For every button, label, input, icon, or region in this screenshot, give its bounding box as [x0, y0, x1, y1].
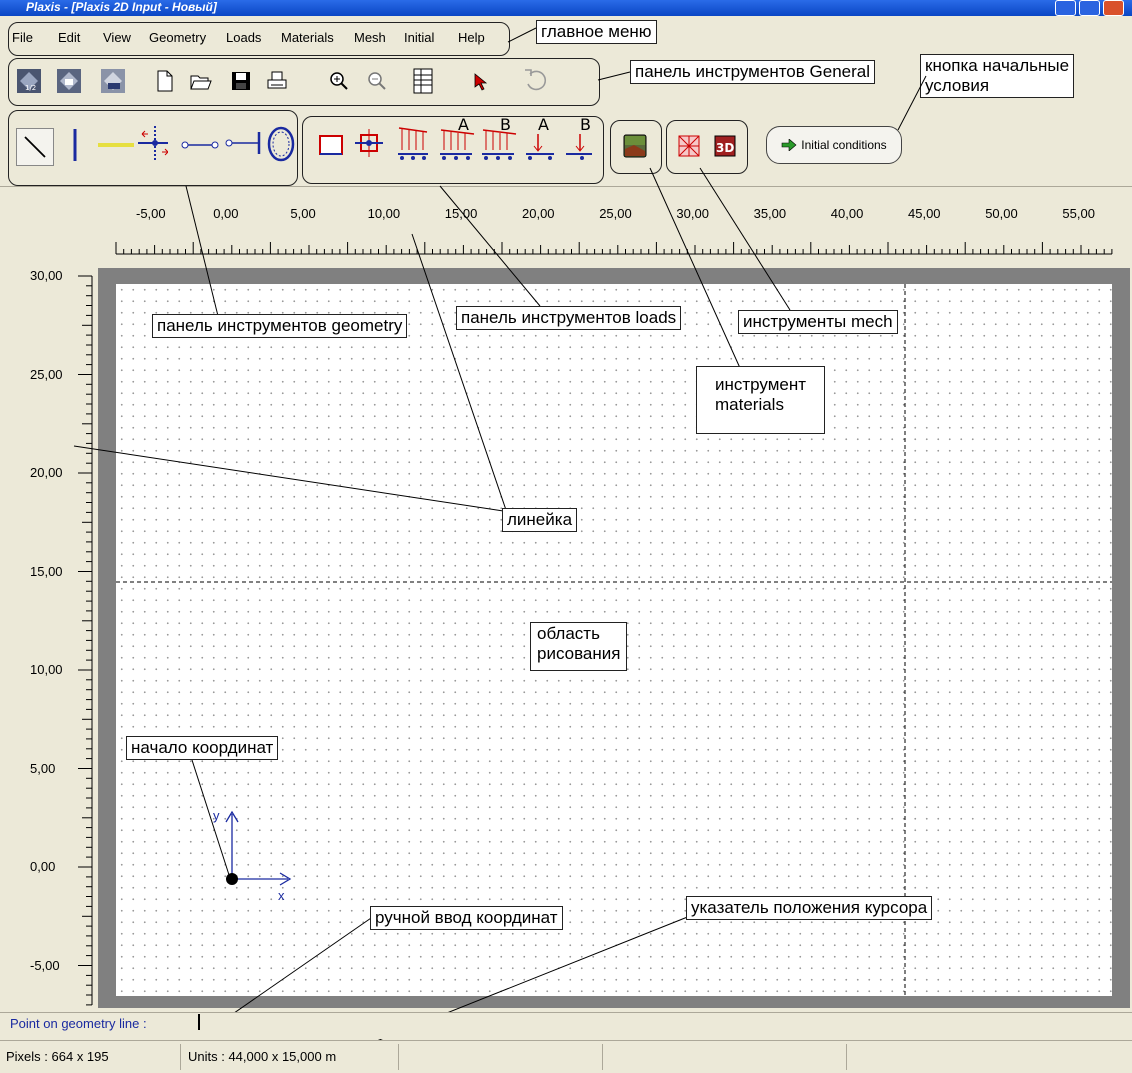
callout-loads-toolbar: панель инструментов loads: [456, 306, 682, 330]
coordinate-input-bar: [0, 1012, 1132, 1039]
callout-drawing-area-line1: область: [537, 624, 600, 643]
callout-drawing-area-line2: рисования: [537, 644, 621, 663]
callout-materials-line1: инструмент: [715, 375, 807, 394]
callout-mesh-tools: инструменты mech: [738, 310, 898, 334]
status-cell-3: [400, 1044, 603, 1070]
callout-manual-input: ручной ввод координат: [370, 906, 563, 930]
status-pixels: Pixels : 664 x 195: [0, 1044, 181, 1070]
status-units: Units : 44,000 x 15,000 m: [182, 1044, 399, 1070]
coordinate-input-field[interactable]: [198, 1014, 200, 1030]
coordinate-prompt: Point on geometry line :: [10, 1016, 147, 1031]
callout-origin: начало координат: [126, 736, 279, 760]
status-cell-4: [604, 1044, 847, 1070]
callout-leader-lines: [73, 27, 927, 1063]
callout-geometry-toolbar: панель инструментов geometry: [152, 314, 408, 338]
callout-ruler: линейка: [502, 508, 578, 532]
callout-materials: инструмент materials: [696, 366, 826, 434]
callout-materials-line2: materials: [715, 395, 784, 414]
status-cell-5: [848, 1044, 1124, 1070]
callout-drawing-area: область рисования: [530, 622, 628, 671]
callout-cursor-pointer: указатель положения курсора: [686, 896, 933, 920]
